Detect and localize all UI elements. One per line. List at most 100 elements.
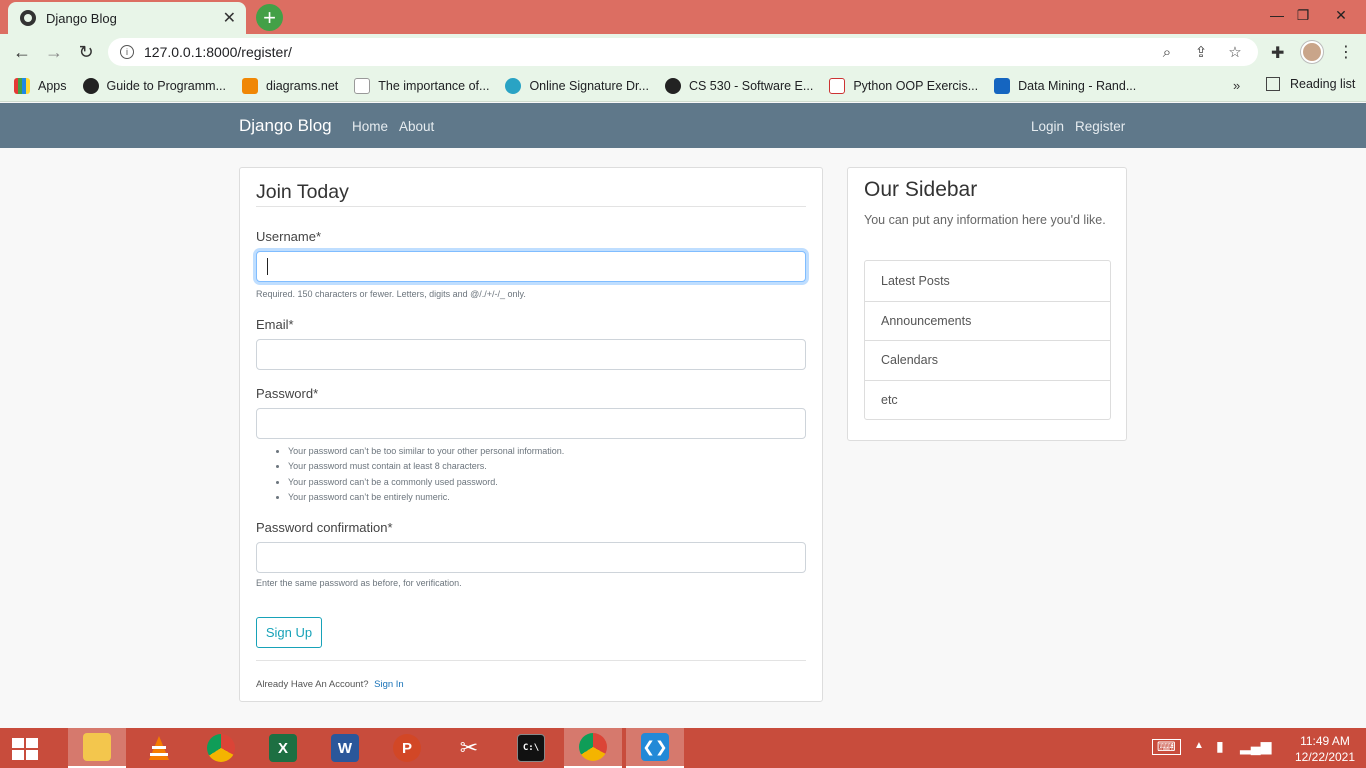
forward-icon[interactable]: →	[42, 40, 66, 64]
word-taskbar-button[interactable]: W	[316, 728, 374, 768]
close-tab-icon[interactable]: ✕	[223, 8, 236, 28]
sidebar-item-latest-posts[interactable]: Latest Posts	[865, 261, 1110, 301]
password-help-item: Your password can’t be entirely numeric.	[288, 490, 564, 505]
site-favicon-icon	[20, 10, 36, 26]
restore-window-icon[interactable]: ❐	[1282, 0, 1324, 30]
bookmark-guide[interactable]: Guide to Programm...	[82, 77, 226, 94]
sidebar-item-calendars[interactable]: Calendars	[865, 340, 1110, 380]
browser-tab[interactable]: Django Blog ✕	[8, 2, 246, 34]
reading-list-icon	[1266, 77, 1280, 91]
reload-icon[interactable]: ↻	[74, 40, 98, 64]
reading-list-button[interactable]: Reading list	[1266, 77, 1355, 91]
text-caret	[267, 258, 268, 275]
password-help-item: Your password can’t be a commonly used p…	[288, 475, 564, 490]
site-brand[interactable]: Django Blog	[239, 116, 332, 136]
touch-keyboard-icon[interactable]: ⌨	[1152, 739, 1181, 755]
username-input[interactable]	[256, 251, 806, 282]
chrome-icon	[207, 734, 235, 762]
pynative-icon	[829, 77, 846, 94]
terminal-icon: C:\	[517, 734, 545, 762]
windows-start-icon[interactable]	[10, 736, 40, 762]
sidebar-list: Latest Posts Announcements Calendars etc	[864, 260, 1111, 420]
sidebar-description: You can put any information here you'd l…	[864, 213, 1106, 227]
excel-taskbar-button[interactable]: X	[254, 728, 312, 768]
register-form-card: Join Today Username* Required. 150 chara…	[239, 167, 823, 702]
browser-toolbar: ← → ↻ i 127.0.0.1:8000/register/ ⌕ ⇪ ☆ ✚…	[0, 34, 1366, 70]
bookmarks-bar: Apps Guide to Programm... diagrams.net T…	[0, 70, 1366, 102]
vscode-icon: ❮❯	[641, 733, 669, 761]
bookmark-label: Data Mining - Rand...	[1018, 78, 1137, 93]
password-help-list: Your password can’t be too similar to yo…	[288, 444, 564, 505]
battery-icon[interactable]: ▮	[1216, 738, 1224, 755]
bookmark-label: Python OOP Exercis...	[853, 78, 979, 93]
browser-menu-icon[interactable]: ⋮	[1338, 42, 1354, 62]
address-bar[interactable]: i 127.0.0.1:8000/register/ ⌕ ⇪ ☆	[108, 38, 1258, 66]
snipping-tool-taskbar-button[interactable]: ✂	[440, 728, 498, 768]
sign-up-button[interactable]: Sign Up	[256, 617, 322, 648]
nav-home[interactable]: Home	[352, 119, 388, 134]
bookmark-cs530[interactable]: CS 530 - Software E...	[664, 77, 814, 94]
bookmark-python[interactable]: Python OOP Exercis...	[829, 77, 979, 94]
new-tab-button[interactable]: +	[256, 4, 283, 31]
word-icon: W	[331, 734, 359, 762]
extensions-icon[interactable]: ✚	[1271, 43, 1284, 63]
site-navbar: Django Blog Home About Login Register	[0, 103, 1366, 148]
share-icon[interactable]: ⇪	[1192, 43, 1210, 61]
password-input[interactable]	[256, 408, 806, 439]
email-input[interactable]	[256, 339, 806, 370]
nav-login[interactable]: Login	[1031, 119, 1064, 134]
sidebar-title: Our Sidebar	[864, 178, 978, 201]
password-confirmation-help: Enter the same password as before, for v…	[256, 578, 462, 588]
form-legend: Join Today	[256, 181, 349, 203]
windows-taskbar: X W P ✂ C:\ ❮❯ ⌨ ▲ ▮ ▂▄▆ 🔈︎ 11:49 AM 12/…	[0, 728, 1366, 768]
chrome-taskbar-button[interactable]	[192, 728, 250, 768]
chrome-profile-taskbar-button[interactable]	[564, 728, 622, 768]
password-confirmation-label: Password confirmation*	[256, 520, 393, 535]
nav-register[interactable]: Register	[1075, 119, 1125, 134]
username-help: Required. 150 characters or fewer. Lette…	[256, 289, 526, 299]
scissors-icon: ✂	[459, 735, 479, 760]
bookmark-apps[interactable]: Apps	[14, 77, 67, 94]
footer-text: Already Have An Account?	[256, 679, 369, 690]
taskbar-clock[interactable]: 11:49 AM 12/22/2021	[1292, 733, 1358, 765]
more-bookmarks-icon[interactable]: »	[1233, 78, 1240, 93]
powerpoint-icon: P	[393, 734, 421, 762]
password-label: Password*	[256, 386, 319, 401]
sidebar-item-announcements[interactable]: Announcements	[865, 300, 1110, 341]
legend-divider	[256, 206, 806, 207]
nav-about[interactable]: About	[399, 119, 434, 134]
profile-avatar[interactable]	[1301, 41, 1323, 63]
password-confirmation-input[interactable]	[256, 542, 806, 573]
show-hidden-icons-icon[interactable]: ▲	[1194, 740, 1204, 751]
sidebar-item-etc[interactable]: etc	[865, 379, 1110, 420]
chrome-icon	[579, 733, 607, 761]
back-icon[interactable]: ←	[10, 40, 34, 64]
signature-icon	[505, 77, 522, 94]
terminal-taskbar-button[interactable]: C:\	[502, 728, 560, 768]
apps-grid-icon	[14, 77, 30, 94]
username-label: Username*	[256, 229, 322, 244]
powerpoint-taskbar-button[interactable]: P	[378, 728, 436, 768]
globe-icon	[664, 77, 681, 94]
bookmark-diagrams[interactable]: diagrams.net	[242, 77, 338, 94]
sign-in-link[interactable]: Sign In	[374, 679, 404, 690]
site-info-icon[interactable]: i	[120, 45, 134, 59]
address-url: 127.0.0.1:8000/register/	[144, 44, 292, 60]
bookmark-label: CS 530 - Software E...	[688, 78, 814, 93]
zoom-icon[interactable]: ⌕	[1158, 43, 1176, 61]
bookmark-importance[interactable]: The importance of...	[354, 77, 489, 94]
bookmark-datamining[interactable]: Data Mining - Rand...	[994, 77, 1137, 94]
vscode-taskbar-button[interactable]: ❮❯	[626, 728, 684, 768]
reading-list-label: Reading list	[1290, 77, 1356, 91]
bookmark-star-icon[interactable]: ☆	[1226, 43, 1244, 61]
browser-tabstrip: Django Blog ✕ + — ❐ ✕	[0, 0, 1366, 34]
globe-icon	[82, 77, 99, 94]
epn-icon	[354, 77, 371, 94]
bookmark-signature[interactable]: Online Signature Dr...	[505, 77, 649, 94]
close-window-icon[interactable]: ✕	[1320, 0, 1362, 30]
email-label: Email*	[256, 317, 294, 332]
file-explorer-taskbar-button[interactable]	[68, 728, 126, 768]
bookmark-label: Apps	[38, 78, 67, 93]
volume-icon[interactable]: 🔈︎	[1264, 738, 1272, 755]
vlc-taskbar-button[interactable]	[130, 728, 188, 768]
